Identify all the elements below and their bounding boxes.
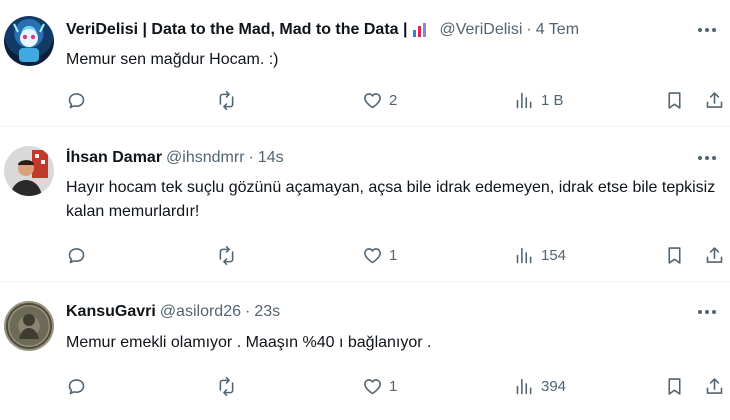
share-button[interactable] bbox=[704, 369, 725, 403]
more-icon bbox=[698, 28, 716, 32]
views-icon bbox=[516, 247, 532, 263]
reply-button[interactable] bbox=[66, 83, 87, 117]
avatar[interactable] bbox=[4, 16, 54, 66]
more-icon bbox=[698, 310, 716, 314]
views-button[interactable]: 394 bbox=[514, 369, 566, 403]
retweet-button[interactable] bbox=[216, 369, 237, 403]
person-avatar-icon bbox=[10, 150, 48, 196]
retweet-button[interactable] bbox=[216, 83, 237, 117]
like-count: 1 bbox=[389, 246, 398, 264]
reply-button[interactable] bbox=[66, 238, 87, 272]
share-button[interactable] bbox=[704, 83, 725, 117]
like-count: 1 bbox=[389, 377, 398, 395]
avatar[interactable] bbox=[4, 301, 54, 351]
reply-icon bbox=[68, 247, 85, 263]
views-button[interactable]: 1 B bbox=[514, 83, 564, 117]
chart-emoji-icon bbox=[411, 21, 429, 39]
tweet-text: Memur emekli olamıyor . Maaşın %40 ı bağ… bbox=[66, 334, 432, 351]
tweet-text: Memur sen mağdur Hocam. :) bbox=[66, 51, 279, 68]
tweet-actions: 1 394 bbox=[56, 369, 730, 403]
tweet-header: İhsan Damar @ihsndmrr · 14s bbox=[66, 147, 284, 169]
tweet-header: KansuGavri @asilord26 · 23s bbox=[66, 301, 280, 323]
view-count: 1 B bbox=[541, 91, 564, 109]
retweet-icon bbox=[219, 245, 234, 265]
view-count: 394 bbox=[541, 377, 567, 395]
bookmark-icon bbox=[668, 377, 681, 395]
separator: · bbox=[244, 303, 251, 320]
tweet-actions: 1 154 bbox=[56, 238, 730, 272]
more-options-button[interactable] bbox=[694, 148, 720, 168]
tweet[interactable]: VeriDelisi | Data to the Mad, Mad to the… bbox=[0, 0, 730, 126]
separator: · bbox=[248, 149, 254, 166]
timestamp[interactable]: 14s bbox=[258, 149, 284, 167]
timestamp[interactable]: 23s bbox=[254, 303, 280, 321]
heart-icon bbox=[364, 92, 381, 108]
more-options-button[interactable] bbox=[694, 20, 720, 40]
views-icon bbox=[516, 378, 532, 394]
tweet-actions: 2 1 B bbox=[56, 83, 730, 117]
reply-button[interactable] bbox=[66, 369, 87, 403]
like-button[interactable]: 2 bbox=[362, 83, 397, 117]
reply-icon bbox=[68, 378, 85, 394]
bookmark-button[interactable] bbox=[664, 369, 685, 403]
like-button[interactable]: 1 bbox=[362, 369, 397, 403]
like-button[interactable]: 1 bbox=[362, 238, 397, 272]
share-icon bbox=[706, 377, 723, 394]
more-options-button[interactable] bbox=[694, 302, 720, 322]
author-name[interactable]: VeriDelisi | Data to the Mad, Mad to the… bbox=[66, 21, 407, 39]
tweet-header: VeriDelisi | Data to the Mad, Mad to the… bbox=[66, 19, 579, 41]
bookmark-button[interactable] bbox=[664, 83, 685, 117]
author-name[interactable]: İhsan Damar bbox=[66, 149, 162, 167]
heart-icon bbox=[364, 247, 381, 263]
timestamp[interactable]: 4 Tem bbox=[536, 21, 579, 39]
view-count: 154 bbox=[541, 246, 567, 264]
retweet-icon bbox=[219, 376, 234, 396]
author-name[interactable]: KansuGavri bbox=[66, 303, 156, 321]
coin-avatar-icon bbox=[6, 303, 52, 349]
avatar[interactable] bbox=[4, 146, 54, 196]
views-icon bbox=[516, 92, 532, 108]
views-button[interactable]: 154 bbox=[514, 238, 566, 272]
tweet-text: Hayır hocam tek suçlu gözünü açamayan, a… bbox=[66, 179, 716, 220]
retweet-icon bbox=[219, 90, 234, 110]
tweet[interactable]: İhsan Damar @ihsndmrr · 14s Hayır hocam … bbox=[0, 126, 730, 281]
like-count: 2 bbox=[389, 91, 398, 109]
share-button[interactable] bbox=[704, 238, 725, 272]
reply-icon bbox=[68, 92, 85, 108]
author-handle[interactable]: @VeriDelisi bbox=[439, 21, 522, 39]
author-handle[interactable]: @asilord26 bbox=[160, 303, 241, 321]
robot-avatar-icon bbox=[13, 23, 45, 62]
share-icon bbox=[706, 246, 723, 263]
bookmark-icon bbox=[668, 91, 681, 109]
tweet[interactable]: KansuGavri @asilord26 · 23s Memur emekli… bbox=[0, 281, 730, 420]
heart-icon bbox=[364, 378, 381, 394]
more-icon bbox=[698, 156, 716, 160]
retweet-button[interactable] bbox=[216, 238, 237, 272]
bookmark-icon bbox=[668, 246, 681, 264]
separator: · bbox=[526, 21, 532, 38]
author-handle[interactable]: @ihsndmrr bbox=[166, 149, 244, 167]
share-icon bbox=[706, 91, 723, 108]
bookmark-button[interactable] bbox=[664, 238, 685, 272]
